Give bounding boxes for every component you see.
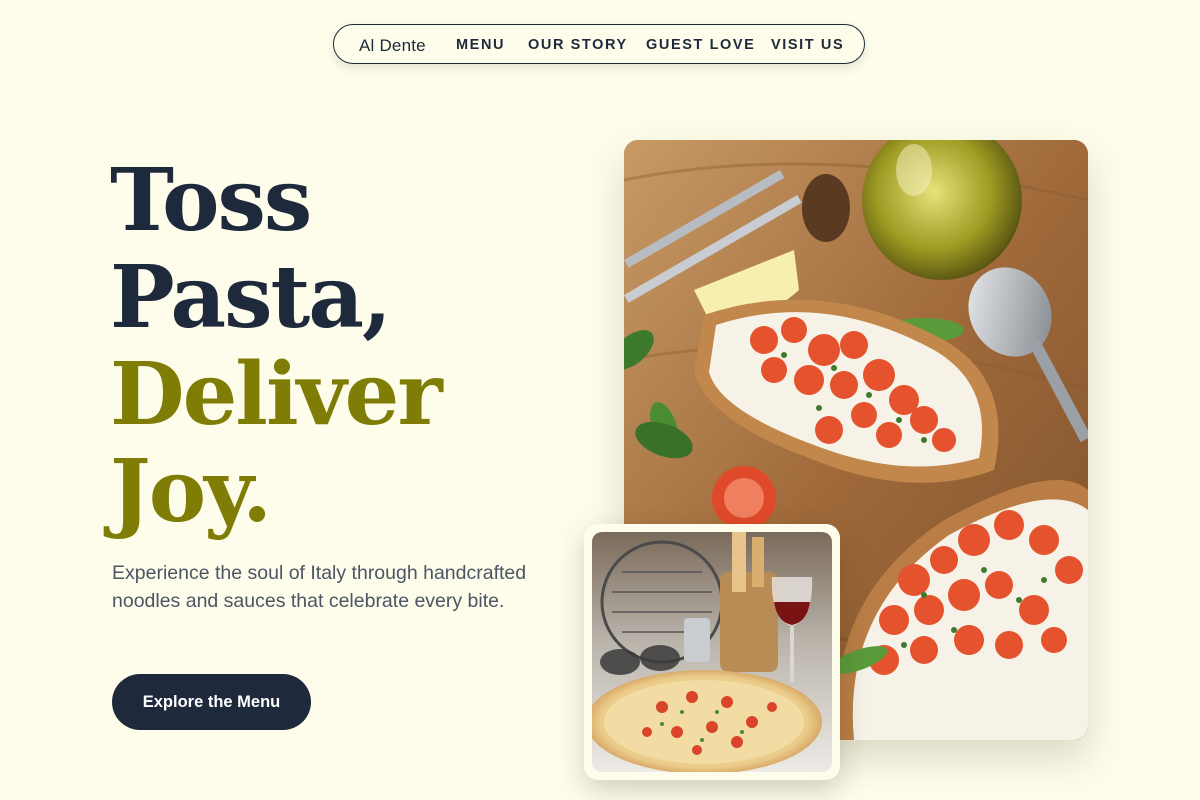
pizza-photo xyxy=(592,532,832,772)
nav-link-our-story[interactable]: OUR STORY xyxy=(528,37,628,53)
headline-line-1: Toss xyxy=(110,150,312,251)
pizza-photo-card xyxy=(584,524,840,780)
headline-line-4: Joy. xyxy=(110,441,272,542)
hero-headline: Toss Pasta, Deliver Joy. xyxy=(110,150,443,542)
hero-subtitle: Experience the soul of Italy through han… xyxy=(112,562,527,612)
nav-link-visit-us[interactable]: VISIT US xyxy=(771,37,844,53)
nav-link-guest-love[interactable]: GUEST LOVE xyxy=(646,37,755,53)
brand-logo[interactable]: Al Dente xyxy=(359,36,426,56)
nav-link-menu[interactable]: MENU xyxy=(456,37,505,53)
headline-line-3: Deliver xyxy=(110,344,443,445)
headline-line-2: Pasta, xyxy=(110,247,392,348)
landing-page: Al Dente MENU OUR STORY GUEST LOVE VISIT… xyxy=(0,0,1200,800)
explore-menu-button[interactable]: Explore the Menu xyxy=(112,674,311,730)
top-navigation: Al Dente MENU OUR STORY GUEST LOVE VISIT… xyxy=(333,24,865,64)
